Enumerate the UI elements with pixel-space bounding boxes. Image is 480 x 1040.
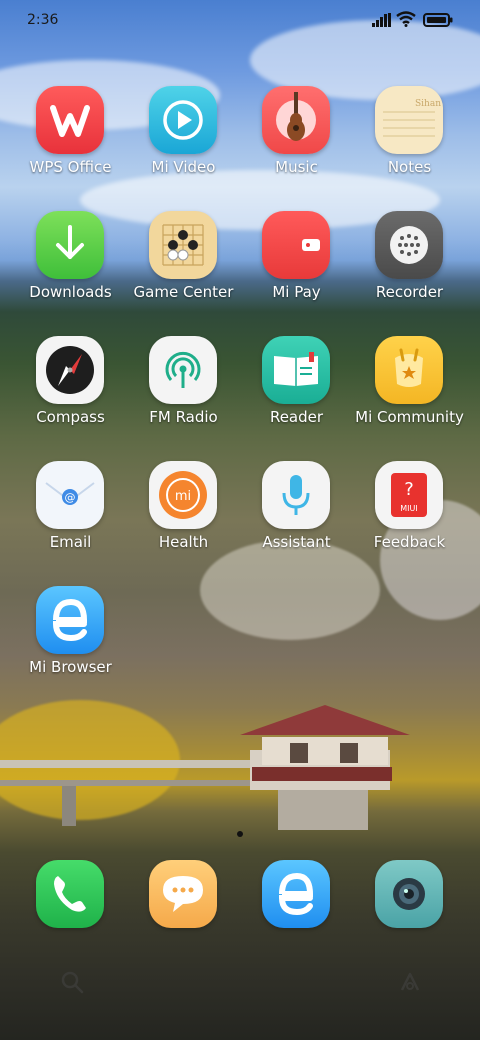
app-label: Recorder: [375, 283, 444, 301]
app-wps-office[interactable]: WPS Office: [14, 86, 127, 206]
notes-icon: Sihan: [375, 86, 443, 154]
svg-text:Sihan: Sihan: [415, 99, 441, 109]
app-mi-community[interactable]: Mi Community: [353, 336, 466, 456]
app-recorder[interactable]: Recorder: [353, 211, 466, 331]
svg-text:?: ?: [404, 479, 414, 500]
app-label: Mi Community: [355, 408, 464, 426]
messages-icon: [149, 860, 217, 928]
play-icon: [149, 86, 217, 154]
dock-messages[interactable]: [127, 860, 240, 930]
dock-phone[interactable]: [14, 860, 127, 930]
dock-browser[interactable]: [240, 860, 353, 930]
app-label: Feedback: [373, 533, 446, 551]
app-reader[interactable]: Reader: [240, 336, 353, 456]
clock: 2:36: [27, 12, 59, 28]
pavilion-illustration: [0, 705, 410, 830]
browser-e-icon: [262, 860, 330, 928]
dock-camera[interactable]: [353, 860, 466, 930]
go-board-icon: [149, 211, 217, 279]
app-notes[interactable]: Sihan Notes: [353, 86, 466, 206]
home-screen: 2:36 WPS Office Mi Video Music Sihan Not…: [0, 0, 480, 1040]
status-bar: 2:36: [0, 0, 480, 40]
app-fm-radio[interactable]: FM Radio: [127, 336, 240, 456]
cellular-signal-icon: [372, 13, 391, 27]
battery-icon: [423, 13, 453, 27]
download-arrow-icon: [36, 211, 104, 279]
app-game-center[interactable]: Game Center: [127, 211, 240, 331]
app-compass[interactable]: Compass: [14, 336, 127, 456]
app-mi-video[interactable]: Mi Video: [127, 86, 240, 206]
book-icon: [262, 336, 330, 404]
mi-bunny-icon: [375, 336, 443, 404]
feedback-bag-icon: ? MIUI: [375, 461, 443, 529]
app-feedback[interactable]: ? MIUI Feedback: [353, 461, 466, 581]
phone-icon: [36, 860, 104, 928]
app-downloads[interactable]: Downloads: [14, 211, 127, 331]
compass-icon: [36, 336, 104, 404]
microphone-icon: [262, 461, 330, 529]
app-mi-browser[interactable]: Mi Browser: [14, 586, 127, 706]
app-label: Mi Browser: [29, 658, 112, 676]
health-mi-icon: mi: [149, 461, 217, 529]
browser-e-icon: [36, 586, 104, 654]
assistant-shortcut-icon[interactable]: [396, 968, 424, 996]
wps-office-icon: [36, 86, 104, 154]
app-music[interactable]: Music: [240, 86, 353, 206]
svg-text:@: @: [65, 491, 76, 504]
recorder-icon: [375, 211, 443, 279]
app-label: Notes: [387, 158, 432, 176]
app-health[interactable]: mi Health: [127, 461, 240, 581]
camera-icon: [375, 860, 443, 928]
svg-text:MIUI: MIUI: [400, 504, 417, 513]
guitar-icon: [262, 86, 330, 154]
app-email[interactable]: @ Email: [14, 461, 127, 581]
svg-text:mi: mi: [175, 489, 191, 504]
radio-signal-icon: [149, 336, 217, 404]
app-mi-pay[interactable]: Mi Pay: [240, 211, 353, 331]
envelope-icon: @: [36, 461, 104, 529]
wifi-icon: [396, 11, 416, 27]
app-assistant[interactable]: Assistant: [240, 461, 353, 581]
search-icon[interactable]: [58, 968, 86, 996]
wallet-icon: [262, 211, 330, 279]
page-indicator: [237, 831, 243, 837]
